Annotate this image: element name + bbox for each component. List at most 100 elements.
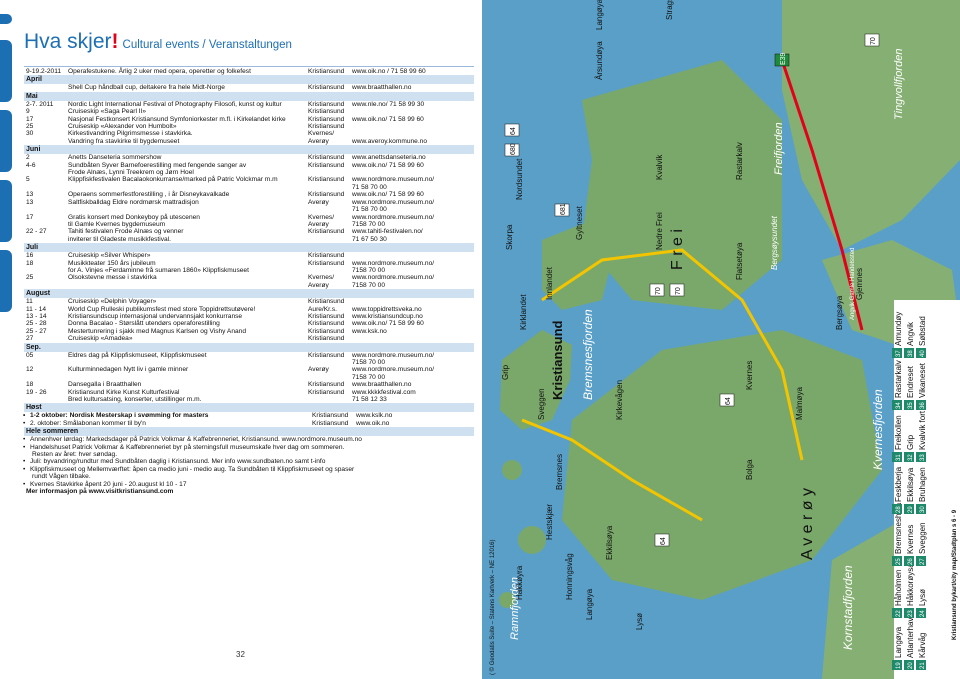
event-description: Saltfiskballdag Eldre nordmørsk mattradi… [68,198,199,206]
event-contact[interactable]: www.nordmore.museum.no/ [352,260,474,267]
legend-number: 32 [908,454,914,461]
place-label: Honningsvåg [565,553,574,600]
legend-number: 23 [908,610,914,617]
event-place: Kristiansund [308,252,345,260]
event-contact[interactable]: www.kkkkfestival.com [352,389,474,396]
legend-item: 31 Freikollen [892,415,903,462]
label-averoy: A v e r ø y [799,488,816,560]
island-frei [582,60,782,310]
event-contact[interactable] [352,335,474,342]
event-place [308,184,352,191]
event-description: Nasjonal Festkonsert Kristiansund Symfon… [68,115,286,123]
month-heading: August [24,289,474,299]
place-label: Bolga [745,459,754,480]
event-contact[interactable]: www.oik.no / 71 58 99 60 [352,68,474,75]
event-contact[interactable]: www.anettsdanseteria.no [352,154,474,161]
event-contact[interactable]: www.toppidrettsveka.no [352,306,474,313]
event-row: 4-6 Sundbåten Syver Barnefoerestilling me… [24,162,474,169]
map-copyright: ( © Geodatis Suite – Statens Kartverk – … [489,540,496,676]
road-shield: 64 [654,533,670,547]
event-contact[interactable]: 7158 70 00 [352,374,474,381]
event-contact[interactable]: 7158 70 00 [352,267,474,274]
event-contact[interactable] [352,169,474,176]
event-contact[interactable]: www.tahiti-festivalen.no/ [352,228,474,235]
legend-label: Endreset [906,365,915,398]
place-label: Langøya [595,0,604,30]
event-description: Bred kultursatsing, konserter, utstillin… [68,396,202,404]
legend-number: 29 [908,506,914,513]
event-contact[interactable]: 71 58 12 33 [352,396,474,403]
event-contact[interactable]: 71 58 70 00 [352,206,474,213]
event-description: Kirkestivandring Pilgrimsmesse i stavkir… [68,130,193,138]
event-contact[interactable]: www.oik.no/ 71 58 99 60 [352,162,474,169]
road-shield: 70 [649,283,665,297]
legend-label: Lysø [918,589,927,606]
legend-item: 27 Sveggen [916,522,927,566]
event-contact[interactable]: www.nordmore.museum.no/ [352,214,474,221]
event-contact[interactable]: www.oik.no/ 71 58 99 60 [352,191,474,198]
event-row: 71 58 70 00 [24,206,474,213]
place-label: Kvernes [745,361,754,390]
page-tabs [0,0,16,679]
place-label: Lysø [635,613,644,630]
event-place: Kristiansund [308,335,345,343]
event-place: Kristiansund [308,351,345,359]
event-contact[interactable]: www.nordmore.museum.no/ [352,199,474,206]
label-bergsoysundet: Bergsøysundet [770,215,779,270]
event-description: Olsokstevne messe i stavkirka [68,274,157,282]
event-contact[interactable]: 71 67 50 30 [352,236,474,243]
legend-label: Håkkorøysa [906,563,915,606]
event-contact[interactable]: www.braatthallen.no [352,84,474,91]
event-contact[interactable]: www.oik.no/ 71 58 99 60 [352,116,474,123]
event-place: Kristiansund [308,320,345,328]
legend-number: 28 [896,506,902,513]
event-row: 25 - 27 Mestertunrering i sjakk med Magnu… [24,328,474,335]
event-contact[interactable]: www.braatthallen.no [352,381,474,388]
event-contact[interactable] [352,123,474,130]
event-contact[interactable]: www.nordmore.museum.no/ [352,366,474,373]
event-contact[interactable]: 7158 70 00 [352,221,474,228]
event-contact[interactable] [352,108,474,115]
place-label: Ekkilsøya [605,525,614,560]
summer-note: Handelshuset Patrick Volkmar & Kaffebren… [23,444,474,452]
event-contact[interactable]: www.averoy.kommune.no [352,138,474,145]
legend-label: Bruhagen [918,467,927,502]
event-contact[interactable] [352,298,474,305]
more-info-link[interactable]: Mer informasjon på www.visitkristiansund… [24,488,474,495]
event-date: 2 [26,154,30,162]
event-place: Averøy [308,198,329,206]
event-contact[interactable]: www.kslk.no [356,412,474,419]
place-label: Hakkøyra [515,565,524,600]
event-contact[interactable]: www.ksk.no [352,328,474,335]
event-contact[interactable]: www.kristiansundcup.no [352,313,474,320]
event-contact[interactable]: www.nle.no/ 71 58 99 30 [352,101,474,108]
event-contact[interactable]: www.oik.no [356,420,474,427]
place-label: Malmøya [795,387,804,420]
event-contact[interactable]: 7158 70 00 [352,359,474,366]
event-description: Cruiseskip «Delphin Voyager» [68,298,157,306]
event-date: 9-19.2-2011 [26,68,62,75]
event-place: Kristiansund [308,381,345,389]
event-place: Kristiansund [308,191,345,199]
event-contact[interactable]: www.nordmore.museum.no/ [352,176,474,183]
event-contact[interactable]: www.nordmore.museum.no/ [352,352,474,359]
event-contact[interactable]: 71 58 70 00 [352,184,474,191]
event-description: Cruiseskip «Alexander von Humbolt» [68,123,177,131]
event-row: 5 Klippfiskfestivalen Bacalaokonkurranse/… [24,176,474,183]
place-label: Langøya [585,588,594,620]
event-contact[interactable]: www.nordmore.museum.no/ [352,274,474,281]
event-place: Kristiansund [308,115,345,123]
event-contact[interactable]: www.oik.no/ 71 58 99 60 [352,320,474,327]
event-place: Kristiansund [308,108,345,116]
title-exclamation: ! [111,30,119,53]
event-place: Kvernes/ [308,274,335,282]
event-contact[interactable]: 7158 70 00 [352,282,474,289]
event-row: 25 Olsokstevne messe i stavkirka Kvernes/w… [24,274,474,281]
event-row: 18 Musikkteater 150 års jubileum Kristians… [24,260,474,267]
event-place [308,169,352,176]
event-description: 1-2 oktober: Nordisk Mesterskap i svømmi… [24,412,312,419]
event-place: Kristiansund [308,388,345,396]
event-contact[interactable] [352,130,474,137]
event-contact[interactable] [352,252,474,259]
event-description: Gratis konsert med Donkeyboy på utescene… [68,213,200,221]
